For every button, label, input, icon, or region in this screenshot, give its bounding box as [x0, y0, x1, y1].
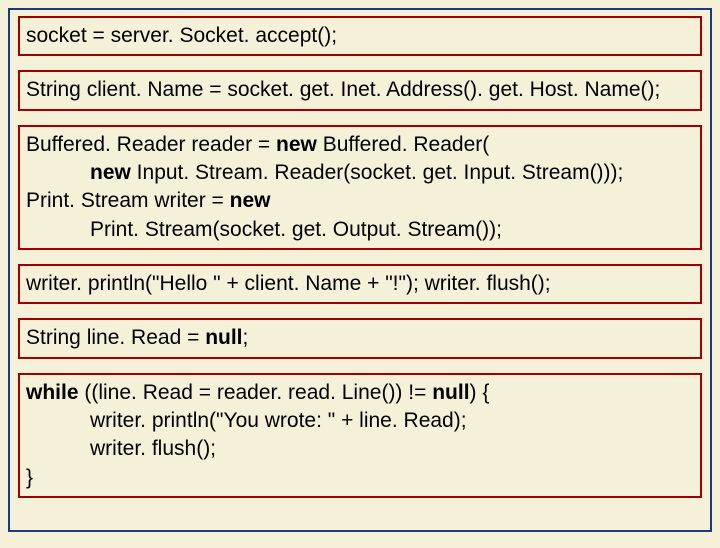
keyword-new: new [230, 189, 271, 212]
code-text: } [26, 466, 33, 489]
code-text: ; [243, 326, 249, 349]
code-line: } [26, 464, 694, 492]
code-block-2: String client. Name = socket. get. Inet.… [18, 70, 702, 110]
code-block-5: String line. Read = null; [18, 318, 702, 358]
code-line: Print. Stream(socket. get. Output. Strea… [26, 216, 694, 244]
keyword-new: new [276, 133, 317, 156]
code-block-1: socket = server. Socket. accept(); [18, 16, 702, 56]
code-line: writer. println("You wrote: " + line. Re… [26, 407, 694, 435]
keyword-new: new [90, 161, 131, 184]
code-text: Print. Stream writer = [26, 189, 230, 212]
keyword-while: while [26, 381, 79, 404]
code-text: ) { [470, 381, 490, 404]
code-text: String line. Read = [26, 326, 205, 349]
code-line: writer. println("Hello " + client. Name … [26, 270, 694, 298]
code-text: ((line. Read = reader. read. Line()) != [79, 381, 433, 404]
code-line: new Input. Stream. Reader(socket. get. I… [26, 159, 694, 187]
code-text: writer. println("You wrote: " + line. Re… [90, 409, 467, 432]
code-text: Buffered. Reader( [317, 133, 489, 156]
code-line: Buffered. Reader reader = new Buffered. … [26, 131, 694, 159]
keyword-null: null [205, 326, 242, 349]
code-line: writer. flush(); [26, 435, 694, 463]
keyword-null: null [432, 381, 469, 404]
code-line: Print. Stream writer = new [26, 187, 694, 215]
code-line: socket = server. Socket. accept(); [26, 22, 694, 50]
code-block-6: while ((line. Read = reader. read. Line(… [18, 373, 702, 498]
code-text: Print. Stream(socket. get. Output. Strea… [90, 218, 502, 241]
code-block-4: writer. println("Hello " + client. Name … [18, 264, 702, 304]
slide-frame: socket = server. Socket. accept(); Strin… [8, 8, 712, 532]
code-text: Buffered. Reader reader = [26, 133, 276, 156]
code-text: Input. Stream. Reader(socket. get. Input… [131, 161, 624, 184]
code-line: String line. Read = null; [26, 324, 694, 352]
code-line: String client. Name = socket. get. Inet.… [26, 76, 694, 104]
code-block-3: Buffered. Reader reader = new Buffered. … [18, 125, 702, 250]
code-line: while ((line. Read = reader. read. Line(… [26, 379, 694, 407]
code-text: writer. flush(); [90, 437, 216, 460]
